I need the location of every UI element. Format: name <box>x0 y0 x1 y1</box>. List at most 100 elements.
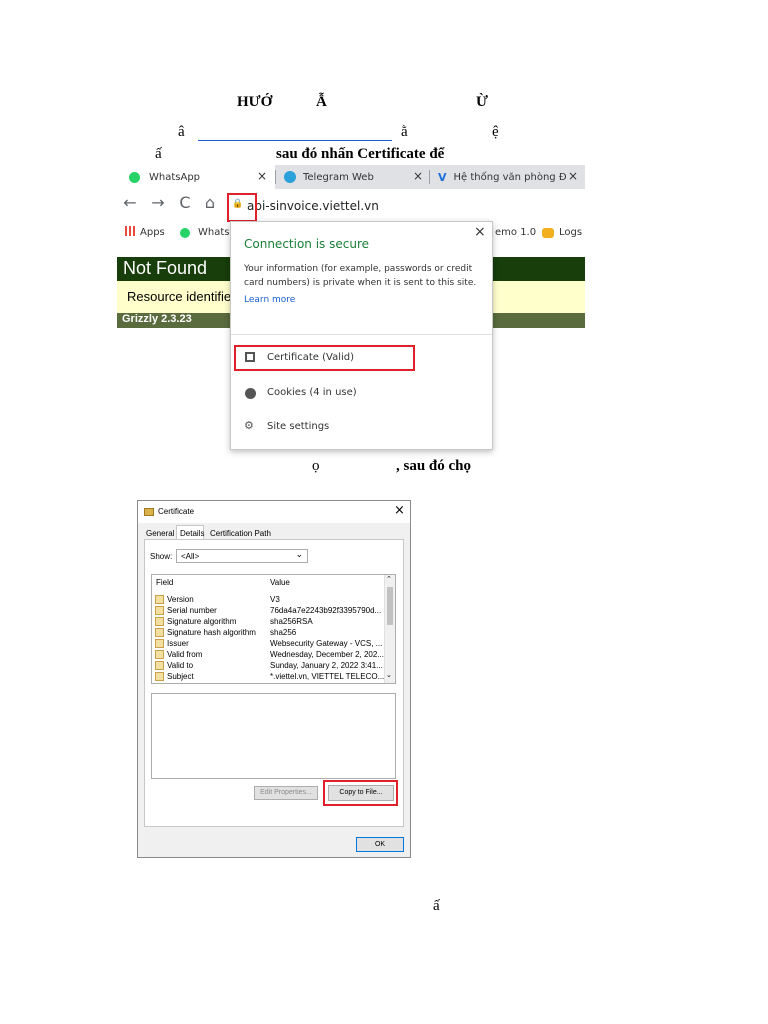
edit-properties-button[interactable]: Edit Properties... <box>254 786 318 800</box>
bookmark-demo[interactable]: emo 1.0 <box>495 227 536 238</box>
row-field: Issuer <box>167 639 189 648</box>
row-field: Version <box>167 595 194 604</box>
column-field: Field <box>156 578 174 587</box>
close-icon[interactable]: × <box>394 503 405 518</box>
tab-office-system[interactable]: V Hệ thống văn phòng Đ × <box>431 165 585 189</box>
show-dropdown[interactable]: <All> ⌄ <box>176 549 308 563</box>
popup-divider <box>231 334 492 335</box>
tab-label: Hệ thống văn phòng Đ <box>453 171 567 183</box>
field-icon <box>155 650 164 659</box>
field-icon <box>155 628 164 637</box>
row-field: Serial number <box>167 606 217 615</box>
line2-text: sau đó nhấn Certificate để <box>276 146 445 162</box>
field-icon <box>155 639 164 648</box>
tab-details[interactable]: Details <box>180 529 204 538</box>
row-value: Sunday, January 2, 2022 3:41... <box>270 661 383 670</box>
close-icon[interactable]: × <box>474 224 486 240</box>
scrollbar-thumb[interactable] <box>387 587 393 625</box>
field-icon <box>155 595 164 604</box>
row-value: 76da4a7e2243b92f3395790d... <box>270 606 382 615</box>
heading-part-3: Ừ <box>476 94 488 110</box>
row-field: Valid to <box>167 661 194 670</box>
connection-popup: Connection is secure × Your information … <box>230 221 493 450</box>
bookmark-apps[interactable]: Apps <box>140 227 165 238</box>
bookmark-logs[interactable]: Logs <box>559 227 582 238</box>
line3-char: ọ <box>312 458 320 474</box>
line1-char-3: ệ <box>492 124 499 140</box>
heading-part-2: Ẫ <box>316 94 327 110</box>
tab-label: WhatsApp <box>149 171 201 183</box>
tab-general[interactable]: General <box>146 529 174 538</box>
tab-telegram[interactable]: Telegram Web × <box>277 165 429 189</box>
row-value: sha256RSA <box>270 617 313 626</box>
bookmark-whatsapp[interactable]: Whats <box>198 227 229 238</box>
whatsapp-icon <box>129 171 140 183</box>
row-value: sha256 <box>270 628 297 637</box>
telegram-icon <box>284 171 296 183</box>
site-settings-item[interactable]: Site settings <box>267 421 329 432</box>
table-row[interactable]: Valid to Sunday, January 2, 2022 3:41... <box>155 660 383 671</box>
row-field: Subject <box>167 672 194 681</box>
field-icon <box>155 617 164 626</box>
line2-char: ấ <box>155 146 162 162</box>
field-icon <box>155 672 164 681</box>
dialog-title: Certificate <box>158 507 195 516</box>
line1-char-1: â <box>178 124 185 140</box>
gear-icon: ⚙ <box>244 419 254 432</box>
close-icon[interactable]: × <box>257 169 267 183</box>
forward-arrow-icon[interactable]: → <box>148 194 168 212</box>
row-field: Signature hash algorithm <box>167 628 256 637</box>
field-table[interactable]: Field Value ⌃ ⌄ Version V3 Serial number… <box>151 574 396 684</box>
close-icon[interactable]: × <box>568 169 578 183</box>
cookie-icon <box>245 388 256 399</box>
row-value: Websecurity Gateway - VCS, ... <box>270 639 383 648</box>
field-detail-area[interactable] <box>151 693 396 779</box>
tab-label: Telegram Web <box>303 171 374 183</box>
table-row[interactable]: Signature hash algorithm sha256 <box>155 627 381 638</box>
url-text[interactable]: api-sinvoice.viettel.vn <box>247 199 379 213</box>
chevron-down-icon[interactable]: ⌄ <box>386 671 392 679</box>
popup-title: Connection is secure <box>244 237 370 251</box>
table-row[interactable]: Signature algorithm sha256RSA <box>155 616 381 627</box>
row-field: Signature algorithm <box>167 617 237 626</box>
table-row[interactable]: Issuer Websecurity Gateway - VCS, ... <box>155 638 383 649</box>
server-name: Grizzly 2.3.23 <box>122 313 192 325</box>
show-value: <All> <box>181 552 200 561</box>
tab-separator <box>275 170 276 184</box>
footer-char: ấ <box>433 898 440 914</box>
popup-info: Your information (for example, passwords… <box>244 264 477 288</box>
row-value: *.viettel.vn, VIETTEL TELECO... <box>270 672 385 681</box>
tab-certification-path[interactable]: Certification Path <box>210 529 271 538</box>
back-arrow-icon[interactable]: ← <box>120 194 140 212</box>
learn-more-link[interactable]: Learn more <box>244 295 295 305</box>
link-underline[interactable] <box>198 140 392 141</box>
resource-message: Resource identifie <box>127 289 232 304</box>
close-icon[interactable]: × <box>413 169 423 183</box>
table-row[interactable]: Subject *.viettel.vn, VIETTEL TELECO... <box>155 671 385 682</box>
row-field: Valid from <box>167 650 203 659</box>
reload-icon[interactable]: C <box>175 194 195 212</box>
tab-whatsapp[interactable]: WhatsApp × <box>117 165 275 189</box>
heading-part-1: HƯỚ <box>237 94 273 110</box>
table-row[interactable]: Serial number 76da4a7e2243b92f3395790d..… <box>155 605 381 616</box>
copy-to-file-highlight-box <box>323 780 398 806</box>
line1-char-2: ằ <box>401 124 408 140</box>
ok-button[interactable]: OK <box>356 837 404 852</box>
certificate-highlight-box <box>234 345 415 371</box>
certificate-icon <box>144 508 154 516</box>
row-value: V3 <box>270 595 280 604</box>
chevron-up-icon[interactable]: ⌃ <box>386 575 392 583</box>
apps-grid-icon <box>125 226 135 236</box>
cookies-item[interactable]: Cookies (4 in use) <box>267 387 357 398</box>
field-icon <box>155 606 164 615</box>
table-row[interactable]: Valid from Wednesday, December 2, 202... <box>155 649 384 660</box>
table-row[interactable]: Version V3 <box>155 594 381 605</box>
whatsapp-icon <box>180 228 190 238</box>
home-icon[interactable]: ⌂ <box>200 194 220 212</box>
not-found-title: Not Found <box>123 258 208 278</box>
field-icon <box>155 661 164 670</box>
tab-separator <box>429 170 430 184</box>
scrollbar[interactable]: ⌃ ⌄ <box>384 575 395 683</box>
column-value: Value <box>270 578 290 587</box>
vietnam-logo-icon: V <box>438 170 447 184</box>
